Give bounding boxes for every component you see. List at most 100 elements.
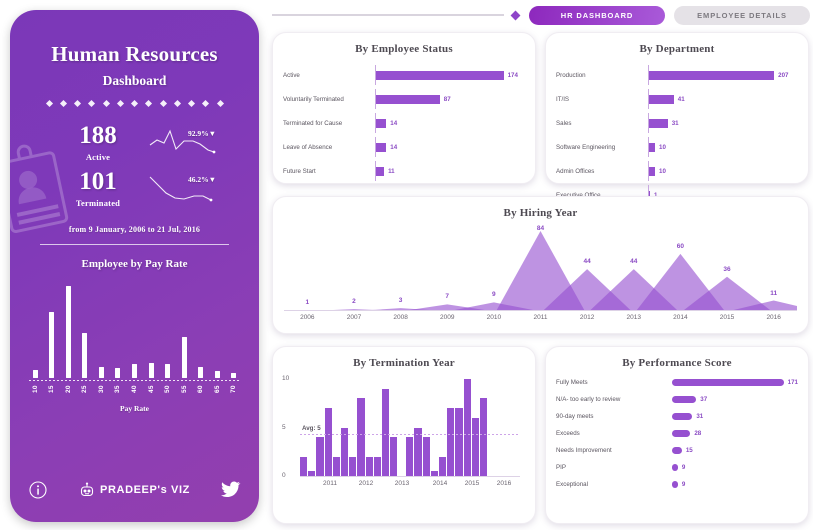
bar-value-label: 37 <box>700 396 708 403</box>
robot-icon <box>80 482 94 497</box>
card-department: By Department Production 207 IT/IS 41 Sales 3… <box>545 32 809 205</box>
payrate-bar-column <box>78 282 91 378</box>
hiring-area-svg <box>284 231 797 311</box>
table-row: Production 207 <box>556 63 798 87</box>
termination-tick-label: 2016 <box>496 480 512 487</box>
hiring-tick-label: 2013 <box>626 314 641 321</box>
payrate-bar-column <box>45 282 58 378</box>
termination-tick-label: 2013 <box>394 480 410 487</box>
payrate-bar-column <box>111 282 124 378</box>
bar-value-label: 31 <box>696 413 704 420</box>
kpi-terminated: 101 Terminated <box>44 169 152 208</box>
payrate-tick-label: 15 <box>48 385 56 394</box>
payrate-bar <box>49 312 55 378</box>
bar-track: 10 <box>648 159 798 183</box>
bar-value-label: 28 <box>694 430 702 437</box>
bar-category-label: Fully Meets <box>556 379 588 386</box>
table-row: Exceeds 28 <box>556 425 798 442</box>
termination-year-chart: 0 5 10 Avg: 5 <box>282 375 520 479</box>
bar-value-label: 10 <box>659 167 666 175</box>
termination-bar <box>381 388 390 476</box>
hiring-value-label: 3 <box>398 297 403 305</box>
bar-track: 87 <box>375 87 525 111</box>
bar-value-label: 10 <box>659 143 666 151</box>
bar-category-label: Leave of Absence <box>283 143 333 151</box>
table-row: Future Start 11 <box>283 159 525 183</box>
bar-fill <box>376 166 385 176</box>
payrate-tick-label: 35 <box>114 385 122 394</box>
bar-track: 174 <box>375 63 525 87</box>
bar-track: 11 <box>375 159 525 183</box>
hiring-tick-label: 2012 <box>579 314 595 321</box>
hiring-tick-label: 2011 <box>533 314 548 321</box>
bar-category-label: Admin Offices <box>556 167 595 175</box>
diamond-dot <box>202 99 210 108</box>
payrate-tick-label: 20 <box>64 385 72 394</box>
diamond-divider <box>45 99 224 108</box>
bar-category-label: Voluntarily Terminated <box>283 95 344 103</box>
table-row: 90-day meets 31 <box>556 408 798 425</box>
hiring-value-label: 7 <box>445 293 450 301</box>
payrate-x-axis-label: Pay Rate <box>120 404 149 413</box>
diamond-dot <box>216 99 224 108</box>
payrate-bar <box>82 332 88 378</box>
termination-tick-label: 2015 <box>464 480 480 487</box>
table-row: Admin Offices 10 <box>556 159 798 183</box>
bar-value-label: 174 <box>507 71 518 79</box>
twitter-icon[interactable] <box>220 481 241 499</box>
payrate-tick-label: 30 <box>97 385 105 394</box>
dashboard-content: HR DASHBOARD EMPLOYEE DETAILS By Employe… <box>268 0 813 530</box>
payrate-chart-title: Employee by Pay Rate <box>81 258 188 270</box>
payrate-tick-labels: 10 15 20 25 30 35 40 45 50 55 60 65 70 <box>29 383 241 396</box>
bar-category-label: IT/IS <box>556 95 570 103</box>
diamond-dot <box>45 99 53 108</box>
kpi-active-label: Active <box>85 152 111 162</box>
bar-track: 9 <box>638 459 798 476</box>
bar-value-label: 207 <box>778 71 789 79</box>
bar-track: 10 <box>648 135 798 159</box>
hiring-value-label: 44 <box>583 258 591 266</box>
bar-axis-line <box>375 65 376 85</box>
card-title: By Hiring Year <box>503 207 578 219</box>
payrate-bar <box>231 372 237 378</box>
tab-hr-dashboard[interactable]: HR DASHBOARD <box>529 5 665 25</box>
bar-value-label: 15 <box>685 447 693 454</box>
info-icon[interactable] <box>28 480 48 500</box>
payrate-bar-column <box>128 282 141 378</box>
bar-track: 9 <box>638 476 798 493</box>
diamond-dot <box>88 99 96 108</box>
hiring-value-label: 2 <box>352 298 356 306</box>
payrate-bar-column <box>227 282 240 378</box>
termination-bar <box>455 408 463 476</box>
bar-fill <box>672 446 682 455</box>
card-termination-year: By Termination Year 0 5 10 Avg: 5 2011 2012 2… <box>272 346 536 524</box>
bar-category-label: PIP <box>556 464 566 471</box>
card-title: By Termination Year <box>353 357 455 369</box>
table-row: Voluntarily Terminated 87 <box>283 87 525 111</box>
payrate-bar <box>131 364 137 378</box>
department-chart: Production 207 IT/IS 41 Sales 31 Software Engi… <box>546 55 808 207</box>
table-row: Exceptional 9 <box>556 476 798 493</box>
payrate-tick-label: 65 <box>213 385 221 394</box>
card-title: By Performance Score <box>622 357 732 369</box>
hiring-tick-label: 2010 <box>486 314 502 321</box>
table-row: IT/IS 41 <box>556 87 798 111</box>
diamond-dot <box>130 99 139 108</box>
termination-bar <box>463 379 471 476</box>
bar-fill <box>649 70 775 80</box>
card-title: By Department <box>639 43 715 55</box>
bar-category-label: Software Engineering <box>556 143 616 151</box>
termination-tick-label: 2012 <box>358 480 374 487</box>
termination-bar <box>332 456 340 476</box>
hiring-value-label: 44 <box>630 258 638 266</box>
payrate-tick-label: 10 <box>31 385 39 394</box>
kpi-terminated-label: Terminated <box>75 198 121 208</box>
bar-category-label: Needs Improvement <box>556 447 612 454</box>
topbar-diamond-icon <box>510 10 521 20</box>
tab-employee-details[interactable]: EMPLOYEE DETAILS <box>674 5 810 25</box>
diamond-dot <box>73 99 82 108</box>
table-row: PIP 9 <box>556 459 798 476</box>
kpi-active: 188 Active <box>44 123 152 162</box>
bar-fill <box>376 118 387 128</box>
card-title: By Employee Status <box>355 43 453 55</box>
